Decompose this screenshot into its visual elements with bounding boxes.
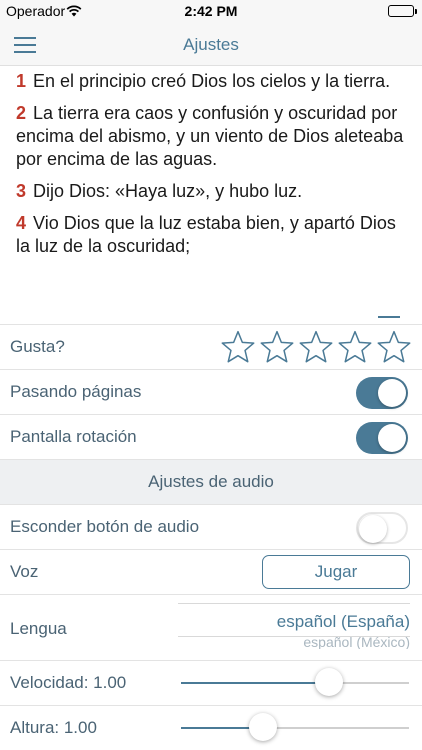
page-turn-row: Pasando páginas xyxy=(0,369,422,414)
star-icon[interactable] xyxy=(220,329,256,365)
verse-number: 2 xyxy=(16,103,27,123)
page-turn-toggle[interactable] xyxy=(356,377,408,409)
rotation-label: Pantalla rotación xyxy=(10,427,137,446)
verse-text: Vio Dios que la luz estaba bien, y apart… xyxy=(16,213,396,256)
page-title: Ajustes xyxy=(183,35,239,54)
language-label: Lengua xyxy=(10,619,67,638)
star-icon[interactable] xyxy=(337,329,373,365)
language-selected: español (España) xyxy=(276,612,410,631)
verse: 3 Dijo Dios: «Haya luz», y hubo luz. xyxy=(16,180,404,203)
verse: 4 Vio Dios que la luz estaba bien, y apa… xyxy=(16,212,404,258)
verse: 2 La tierra era caos y confusión y oscur… xyxy=(16,102,404,171)
status-bar: Operador 2:42 PM xyxy=(0,0,422,22)
page-turn-label: Pasando páginas xyxy=(10,382,142,401)
play-button[interactable]: Jugar xyxy=(262,555,410,589)
verse-number: 1 xyxy=(16,71,27,91)
verse-number: 4 xyxy=(16,213,27,233)
hide-audio-label: Esconder botón de audio xyxy=(10,517,200,536)
language-picker[interactable]: español (España) español (México) xyxy=(178,603,410,649)
audio-section-header: Ajustes de audio xyxy=(0,459,422,504)
battery-icon xyxy=(388,5,417,17)
speed-slider[interactable] xyxy=(181,668,409,696)
speed-row: Velocidad: 1.00 xyxy=(0,660,422,705)
status-time: 2:42 PM xyxy=(184,3,238,19)
speed-label: Velocidad: 1.00 xyxy=(10,673,127,692)
verse-text: En el principio creó Dios los cielos y l… xyxy=(33,71,391,91)
rotation-toggle[interactable] xyxy=(356,422,408,454)
star-rating[interactable] xyxy=(220,329,412,365)
pitch-slider[interactable] xyxy=(181,713,409,741)
verse-text: Dijo Dios: «Haya luz», y hubo luz. xyxy=(33,181,303,201)
language-next-option: español (México) xyxy=(303,634,410,649)
pitch-label: Altura: 1.00 xyxy=(10,718,97,737)
pitch-row: Altura: 1.00 xyxy=(0,705,422,750)
star-icon[interactable] xyxy=(298,329,334,365)
hide-audio-row: Esconder botón de audio xyxy=(0,504,422,549)
rating-row: Gusta? xyxy=(0,324,422,369)
verse: 1 En el principio creó Dios los cielos y… xyxy=(16,70,404,93)
scroll-indicator xyxy=(378,316,400,318)
star-icon[interactable] xyxy=(259,329,295,365)
rating-label: Gusta? xyxy=(10,337,65,356)
voice-label: Voz xyxy=(10,562,39,581)
slider-thumb[interactable] xyxy=(315,668,344,696)
verse-number: 3 xyxy=(16,181,27,201)
navigation-bar: Ajustes xyxy=(0,22,422,66)
star-icon[interactable] xyxy=(376,329,412,365)
audio-section-title: Ajustes de audio xyxy=(148,472,274,491)
voice-row: Voz Jugar xyxy=(0,549,422,594)
hide-audio-toggle[interactable] xyxy=(356,512,408,544)
verse-text: La tierra era caos y confusión y oscurid… xyxy=(16,103,404,169)
rotation-row: Pantalla rotación xyxy=(0,414,422,459)
slider-thumb[interactable] xyxy=(249,713,278,741)
language-row: Lengua español (España) español (México) xyxy=(0,594,422,660)
text-preview[interactable]: 1 En el principio creó Dios los cielos y… xyxy=(0,66,422,324)
